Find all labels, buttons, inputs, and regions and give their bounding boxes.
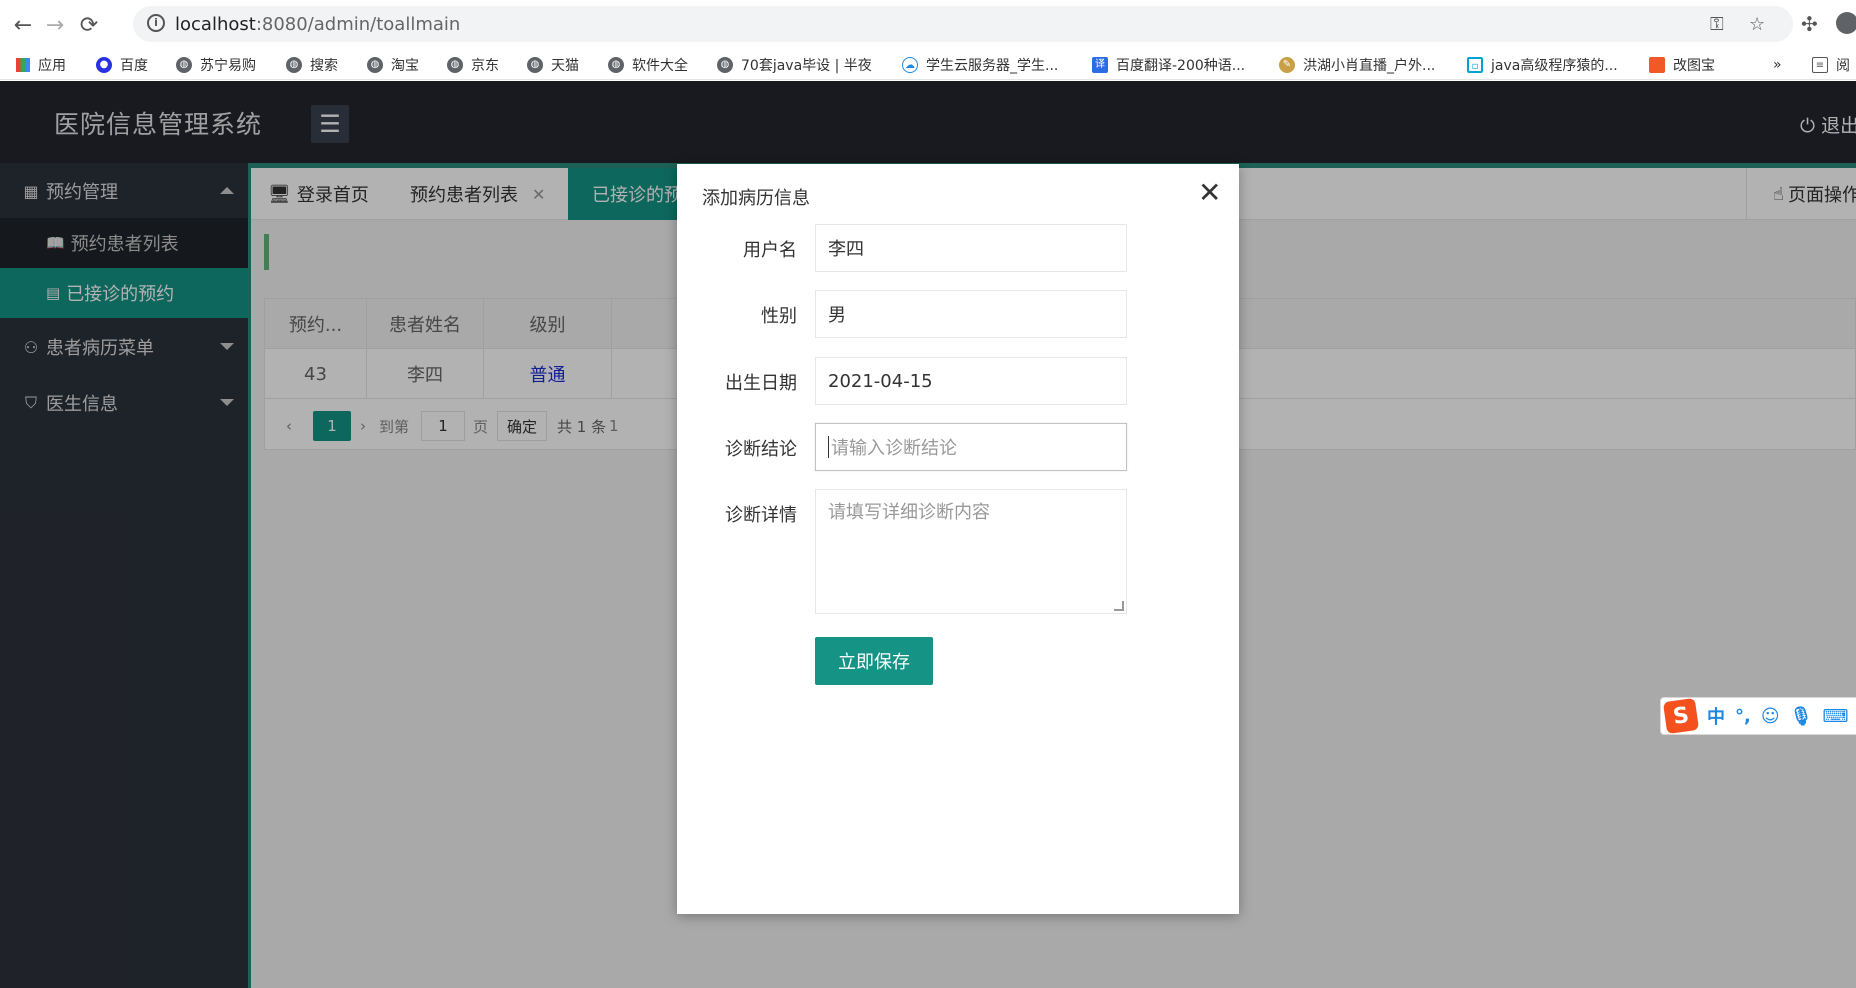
bookmark-label: 改图宝 bbox=[1673, 58, 1715, 74]
bookmark-jd[interactable]: ◍ 京东 bbox=[447, 55, 499, 75]
bookmark-tmall[interactable]: ◍ 天猫 bbox=[527, 55, 579, 75]
field-label: 诊断详情 bbox=[725, 505, 797, 526]
bookmark-taobao[interactable]: ◍ 淘宝 bbox=[367, 55, 419, 75]
text-cursor bbox=[828, 436, 829, 458]
apps-grid-icon bbox=[16, 58, 30, 72]
bookmark-label: 应用 bbox=[38, 58, 66, 74]
bilibili-icon: ▫ bbox=[1467, 57, 1483, 73]
bookmarks-more[interactable]: » bbox=[1773, 55, 1782, 75]
globe-icon: ◍ bbox=[608, 57, 624, 73]
dialog-header: 添加病历信息 ✕ bbox=[677, 164, 1239, 226]
bookmark-gaitubao[interactable]: 改图宝 bbox=[1649, 55, 1715, 75]
bookmark-live[interactable]: ✎ 洪湖小肖直播_户外... bbox=[1279, 55, 1435, 75]
extensions-icon[interactable]: ✣ bbox=[1801, 12, 1818, 36]
bookmark-software[interactable]: ◍ 软件大全 bbox=[608, 55, 688, 75]
field-label: 性别 bbox=[761, 306, 797, 327]
save-button[interactable]: 立即保存 bbox=[815, 637, 933, 685]
gaitubao-icon bbox=[1649, 57, 1665, 73]
add-record-dialog: 添加病历信息 ✕ 用户名 李四 性别 男 出生日期 2021-04-15 诊断结… bbox=[677, 164, 1239, 914]
diagnosis-detail-textarea[interactable]: 请填写详细诊断内容 bbox=[815, 489, 1127, 614]
globe-icon: ◍ bbox=[717, 57, 733, 73]
bookmark-label: 淘宝 bbox=[391, 58, 419, 74]
bookmark-label: java高级程序猿的... bbox=[1491, 58, 1618, 74]
ime-toolbar: S 中 °, ☺ 🎙 ⌨ bbox=[1660, 697, 1856, 735]
baidu-paw-icon: ● bbox=[96, 57, 112, 73]
bookmark-label: 洪湖小肖直播_户外... bbox=[1303, 58, 1436, 74]
bookmark-label: 天猫 bbox=[551, 58, 579, 74]
address-url[interactable]: localhost:8080/admin/toallmain bbox=[175, 14, 460, 35]
bookmark-label: 70套java毕设 | 半夜 bbox=[741, 58, 872, 74]
bookmark-fanyi[interactable]: 译百度翻译-200种语... bbox=[1092, 55, 1245, 75]
sogou-logo-icon[interactable]: S bbox=[1662, 697, 1700, 735]
bookmark-java[interactable]: ◍ 70套java毕设 | 半夜 bbox=[717, 55, 872, 75]
globe-icon: ◍ bbox=[367, 57, 383, 73]
reload-icon[interactable]: ⟳ bbox=[74, 10, 104, 40]
keyboard-icon[interactable]: ⌨ bbox=[1822, 706, 1848, 727]
bookmark-label: 苏宁易购 bbox=[200, 58, 256, 74]
key-icon[interactable]: ⚿ bbox=[1710, 14, 1724, 35]
bookmark-apps[interactable]: 应用 bbox=[16, 55, 66, 75]
reading-list[interactable]: ≡ 阅 bbox=[1812, 55, 1850, 75]
stream-icon: ✎ bbox=[1279, 57, 1295, 73]
forward-icon[interactable]: → bbox=[40, 10, 70, 40]
birthdate-field[interactable]: 2021-04-15 bbox=[815, 357, 1127, 405]
site-info-icon[interactable]: i bbox=[147, 14, 165, 32]
bookmark-label: 软件大全 bbox=[632, 58, 688, 74]
reading-list-icon: ≡ bbox=[1812, 57, 1828, 73]
more-chevron-icon: » bbox=[1773, 57, 1782, 73]
translate-icon: 译 bbox=[1092, 57, 1108, 73]
address-bar[interactable]: i localhost:8080/admin/toallmain ⚿ ☆ bbox=[133, 6, 1793, 42]
globe-icon: ◍ bbox=[176, 57, 192, 73]
bookmark-bilibili[interactable]: ▫ java高级程序猿的... bbox=[1467, 55, 1618, 75]
globe-icon: ◍ bbox=[286, 57, 302, 73]
bookmark-label: 京东 bbox=[471, 58, 499, 74]
bookmarks-bar: 应用 ● 百度 ◍ 苏宁易购 ◍ 搜索 ◍ 淘宝 ◍ 京东 ◍ 天猫 ◍ 软件大全 ◍ 70套j… bbox=[0, 50, 1856, 80]
url-path: :8080/admin/toallmain bbox=[255, 14, 461, 35]
bookmark-label: 百度 bbox=[120, 58, 148, 74]
field-label: 出生日期 bbox=[725, 373, 797, 394]
bookmark-suning[interactable]: ◍ 苏宁易购 bbox=[176, 55, 256, 75]
profile-avatar[interactable] bbox=[1836, 12, 1856, 34]
bookmark-search[interactable]: ◍ 搜索 bbox=[286, 55, 338, 75]
globe-icon: ◍ bbox=[447, 57, 463, 73]
close-icon[interactable]: ✕ bbox=[1198, 178, 1221, 208]
bookmark-label: 搜索 bbox=[310, 58, 338, 74]
field-label: 诊断结论 bbox=[725, 439, 797, 460]
cloud-icon: ☁ bbox=[902, 57, 918, 73]
resize-handle-icon[interactable] bbox=[1114, 601, 1124, 611]
bookmark-label: 学生云服务器_学生... bbox=[926, 58, 1059, 74]
reading-list-label: 阅 bbox=[1836, 58, 1850, 74]
emoji-icon[interactable]: ☺ bbox=[1761, 706, 1780, 727]
bookmark-label: 百度翻译-200种语... bbox=[1116, 58, 1246, 74]
ime-language-toggle[interactable]: 中 bbox=[1707, 703, 1725, 729]
bookmark-cloud[interactable]: ☁ 学生云服务器_学生... bbox=[902, 55, 1058, 75]
field-label: 用户名 bbox=[743, 240, 797, 261]
dialog-title: 添加病历信息 bbox=[702, 188, 810, 209]
browser-toolbar: ← → ⟳ i localhost:8080/admin/toallmain ⚿… bbox=[0, 0, 1856, 50]
diagnosis-input[interactable]: 请输入诊断结论 bbox=[815, 423, 1127, 471]
url-host: localhost bbox=[175, 14, 256, 35]
bookmark-baidu[interactable]: ● 百度 bbox=[96, 55, 148, 75]
diagnosis-placeholder: 请输入诊断结论 bbox=[831, 438, 957, 459]
detail-placeholder: 请填写详细诊断内容 bbox=[828, 502, 990, 523]
microphone-icon[interactable]: 🎙 bbox=[1790, 706, 1813, 727]
username-field[interactable]: 李四 bbox=[815, 224, 1127, 272]
back-icon[interactable]: ← bbox=[8, 10, 38, 40]
star-icon[interactable]: ☆ bbox=[1749, 14, 1765, 35]
ime-punctuation-toggle[interactable]: °, bbox=[1735, 706, 1751, 727]
gender-field[interactable]: 男 bbox=[815, 290, 1127, 338]
globe-icon: ◍ bbox=[527, 57, 543, 73]
